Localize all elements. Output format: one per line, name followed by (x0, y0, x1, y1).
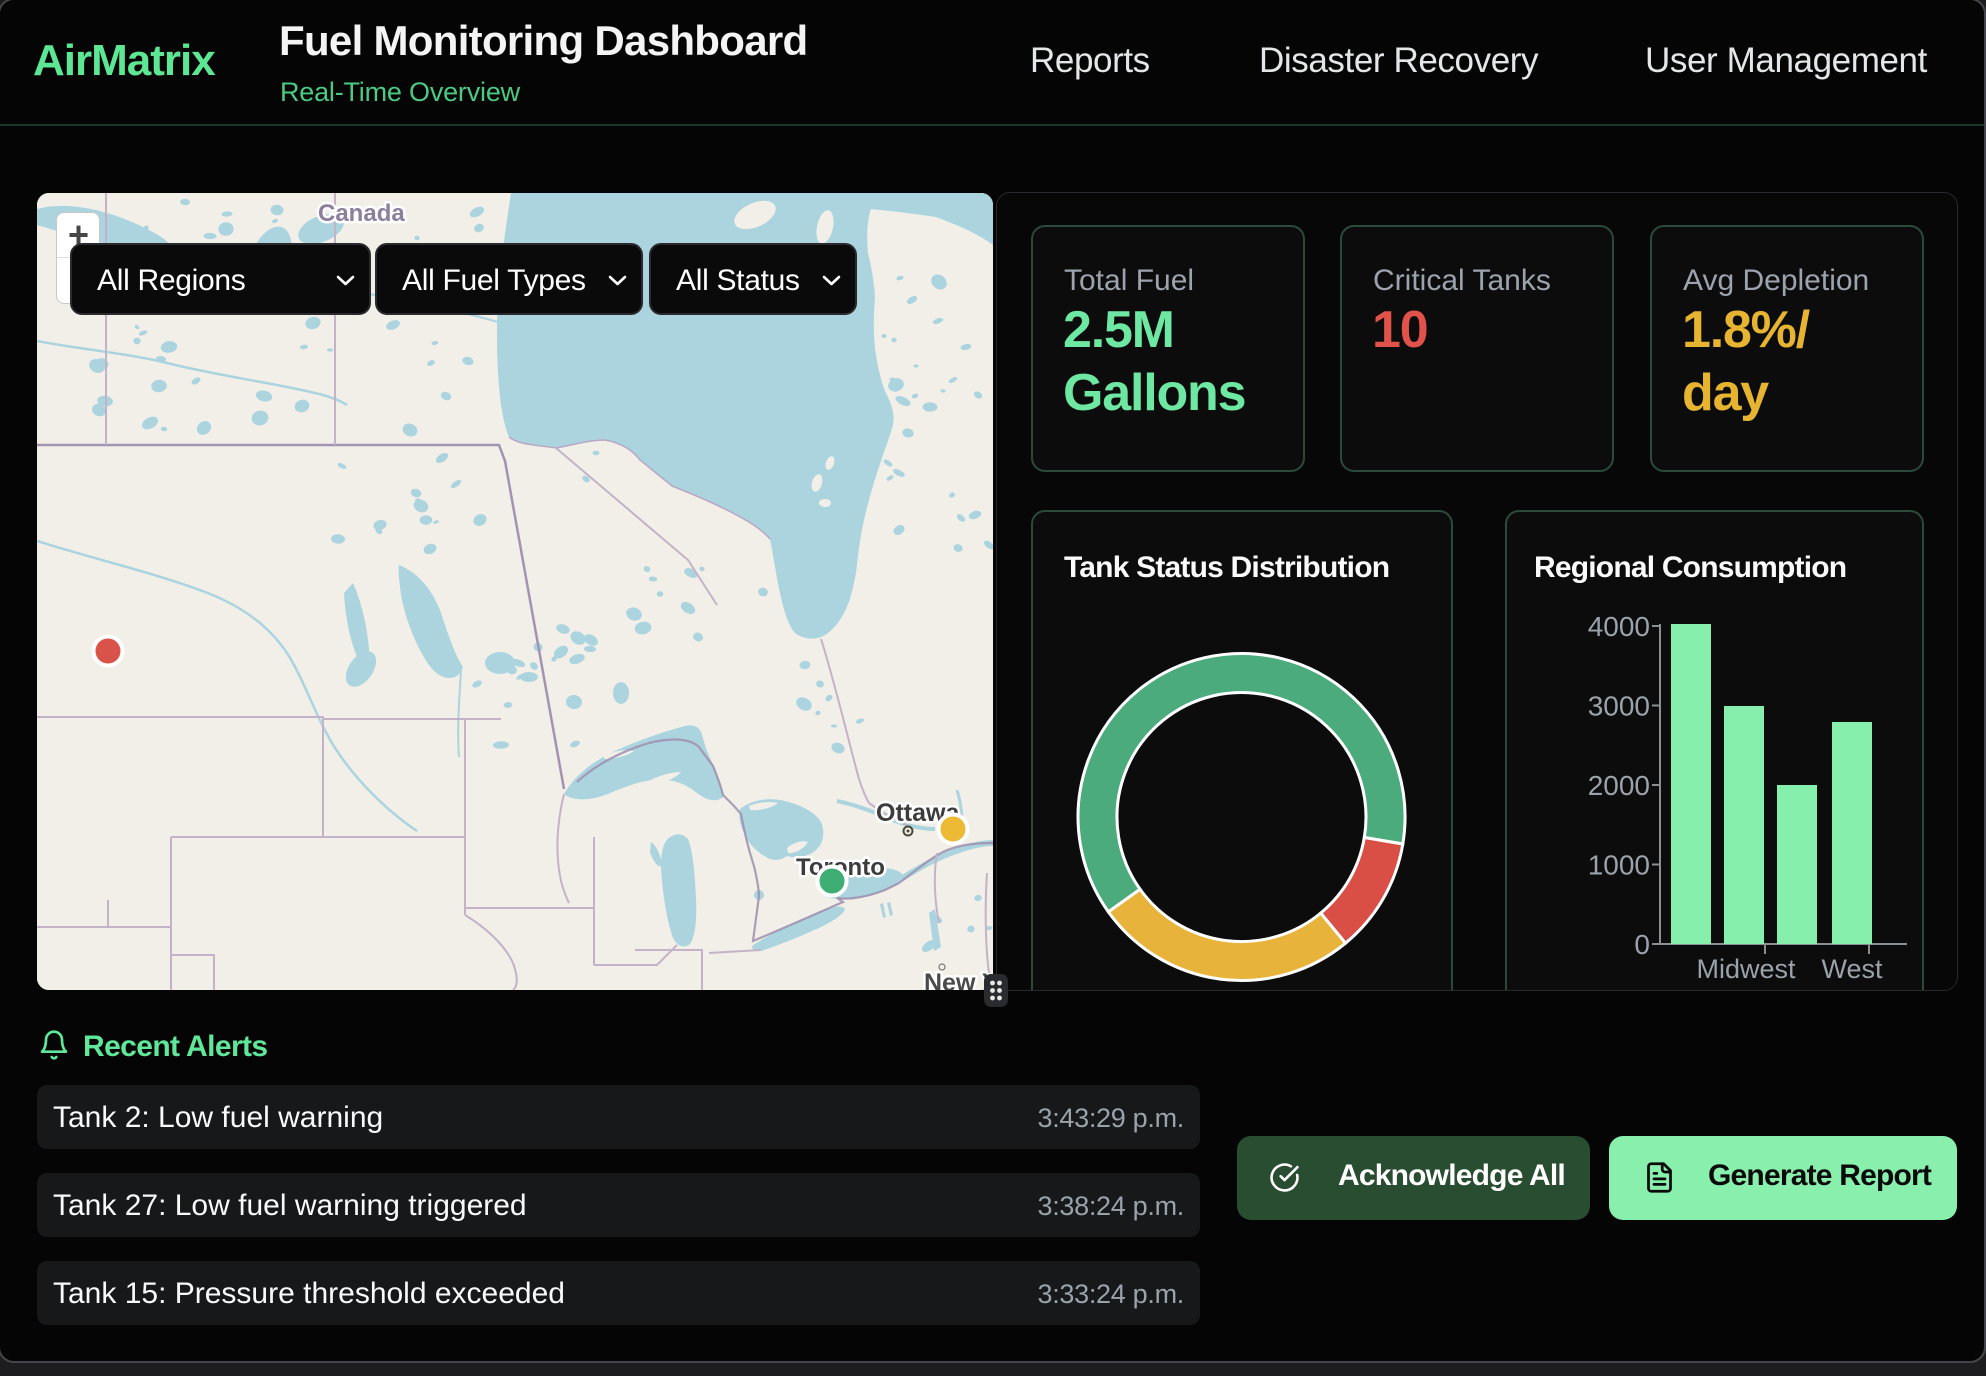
svg-text:Midwest: Midwest (1696, 954, 1796, 984)
svg-text:West: West (1821, 954, 1883, 984)
svg-text:2000: 2000 (1588, 770, 1650, 801)
svg-text:3000: 3000 (1588, 691, 1650, 722)
svg-text:Canada: Canada (318, 200, 405, 227)
svg-text:New York: New York (924, 969, 993, 990)
svg-text:1000: 1000 (1588, 850, 1650, 881)
svg-text:0: 0 (1634, 929, 1650, 960)
svg-text:4000: 4000 (1588, 611, 1650, 642)
